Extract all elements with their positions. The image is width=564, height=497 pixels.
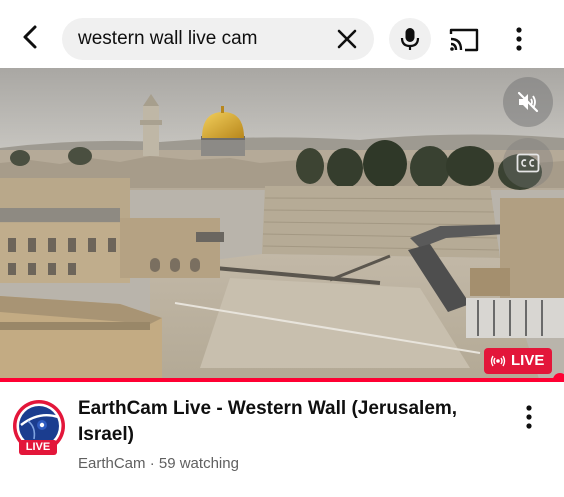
video-details[interactable]: LIVE EarthCam Live - Western Wall (Jerus… (0, 382, 564, 497)
back-arrow-icon (23, 25, 37, 49)
live-broadcast-icon (490, 355, 506, 367)
clear-search-button[interactable] (336, 28, 358, 50)
search-input[interactable]: western wall live cam (78, 18, 258, 60)
back-button[interactable] (16, 22, 46, 52)
channel-name[interactable]: EarthCam (78, 455, 146, 472)
header-more-button[interactable] (508, 24, 530, 54)
captions-button[interactable] (503, 138, 553, 188)
viewer-count: 59 watching (158, 455, 239, 472)
video-player[interactable]: LIVE (0, 68, 564, 382)
closed-captions-icon (516, 153, 540, 173)
search-box[interactable]: western wall live cam (62, 18, 374, 60)
avatar-live-tag: LIVE (19, 440, 57, 455)
live-badge[interactable]: LIVE (484, 348, 553, 374)
video-subline: EarthCam · 59 watching (78, 455, 239, 472)
mic-icon (400, 28, 420, 50)
video-more-button[interactable] (518, 402, 540, 432)
video-title[interactable]: EarthCam Live - Western Wall (Jerusalem,… (78, 396, 488, 448)
more-vert-icon (526, 405, 532, 429)
more-vert-icon (516, 27, 522, 51)
cast-button[interactable] (447, 26, 481, 54)
live-label: LIVE (511, 352, 545, 369)
video-frame-image (0, 68, 564, 382)
meta-separator: · (145, 455, 159, 472)
voice-search-button[interactable] (389, 18, 431, 60)
cast-icon (449, 28, 479, 52)
unmute-button[interactable] (503, 77, 553, 127)
close-icon (337, 29, 357, 49)
search-header: western wall live cam (0, 0, 564, 68)
volume-muted-icon (517, 91, 539, 113)
